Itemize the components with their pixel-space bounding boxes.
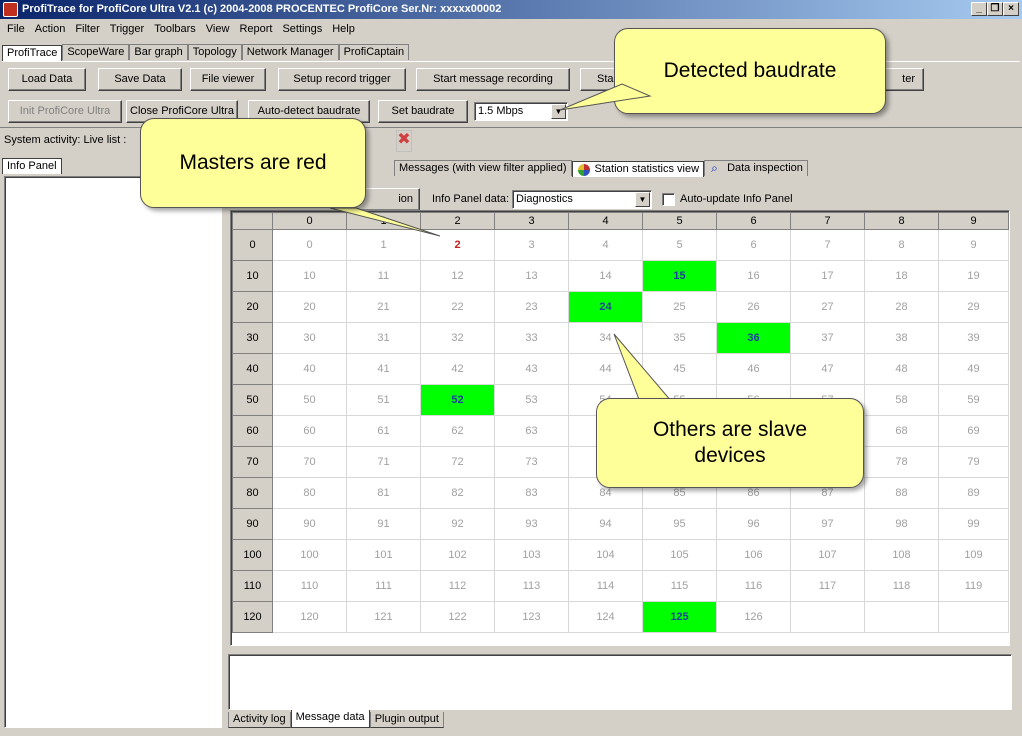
callout-slave-devices: Others are slave devices: [596, 398, 864, 488]
callout-slaves-line1: Others are slave: [652, 418, 808, 441]
callout-masters-text: Masters are red: [179, 151, 327, 174]
callout-slaves-line2: devices: [694, 444, 766, 467]
tail-masters: [329, 207, 441, 237]
tail-baudrate: [559, 83, 652, 111]
callout-masters-red: Masters are red: [140, 118, 366, 208]
callout-tails: [329, 83, 674, 403]
tail-slaves: [613, 333, 674, 403]
